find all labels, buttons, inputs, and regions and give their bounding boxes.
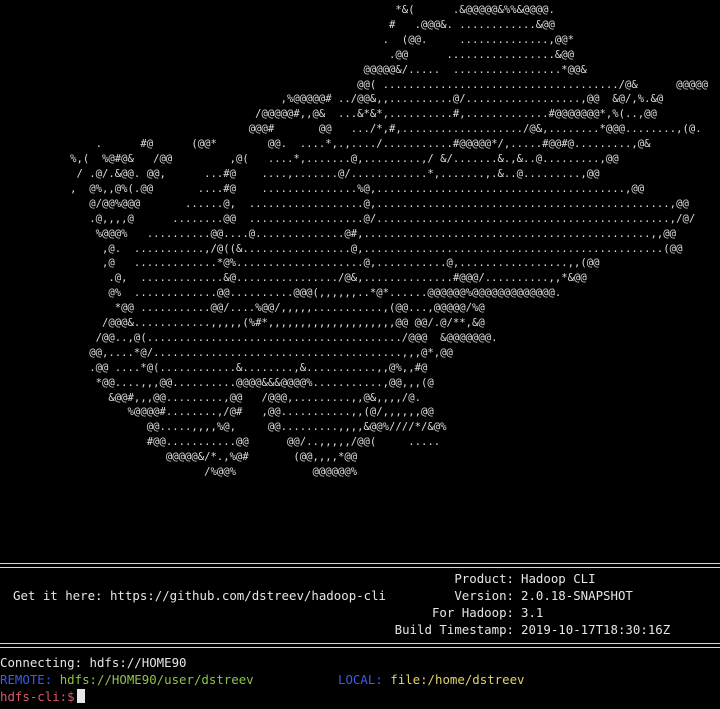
local-location: LOCAL: file:/home/dstreev <box>338 672 525 687</box>
connecting-line: Connecting: hdfs://HOME90 <box>0 655 187 670</box>
info-row-for-hadoop: For Hadoop: 3.1 <box>0 605 720 623</box>
local-path: file:/home/dstreev <box>390 672 525 687</box>
shell-prompt: hdfs-cli:$ <box>0 689 75 704</box>
location-line: REMOTE: hdfs://HOME90/user/dstreev LOCAL… <box>0 672 720 687</box>
info-value: 2.0.18-SNAPSHOT <box>521 588 633 603</box>
info-key: For Hadoop: <box>431 605 514 620</box>
info-value: 2019-10-17T18:30:16Z <box>521 622 671 637</box>
remote-label: REMOTE: <box>0 672 53 687</box>
info-value: 3.1 <box>521 605 544 620</box>
info-key: Version: <box>454 588 514 603</box>
local-label: LOCAL: <box>338 672 383 687</box>
prompt-line[interactable]: hdfs-cli:$ <box>0 689 85 704</box>
info-row-version: Version: 2.0.18-SNAPSHOT <box>0 588 720 606</box>
ascii-art-logo: *&( .&@@@@@&%%&@@@@. # .@@@&. ..........… <box>70 4 708 479</box>
info-row-build-timestamp: Build Timestamp: 2019-10-17T18:30:16Z <box>0 622 720 640</box>
info-row-product: Product: Hadoop CLI <box>0 571 720 589</box>
terminal-window[interactable]: *&( .&@@@@@&%%&@@@@. # .@@@&. ..........… <box>0 0 720 709</box>
remote-path: hdfs://HOME90/user/dstreev <box>59 672 254 687</box>
info-value: Hadoop CLI <box>521 571 596 586</box>
info-key: Product: <box>454 571 514 586</box>
banner-top-divider <box>0 563 720 568</box>
info-key: Build Timestamp: <box>394 622 514 637</box>
text-cursor[interactable] <box>76 689 85 703</box>
banner-bottom-divider <box>0 643 720 648</box>
